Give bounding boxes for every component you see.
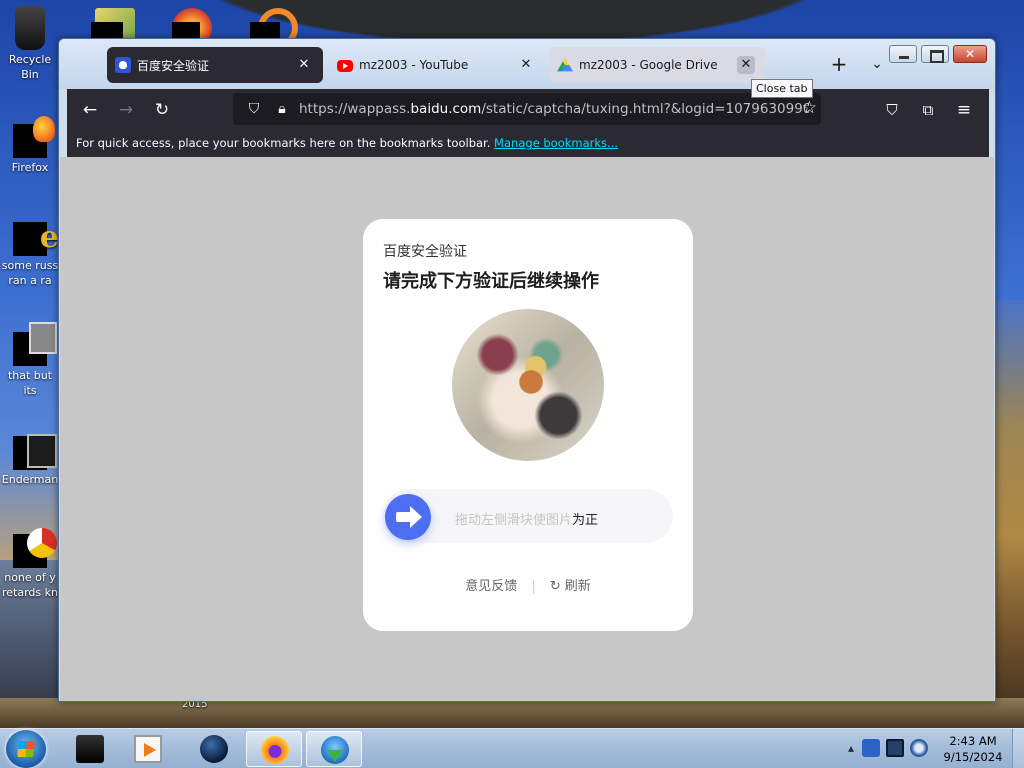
navigation-toolbar: ← → ↻ ⛉ 🔒︎ https://wappass.baidu.com/sta… (67, 89, 989, 129)
arrow-right-icon (396, 506, 422, 528)
firefox-window: 百度安全验证 ✕ mz2003 - YouTube ✕ mz2003 - Goo… (58, 38, 996, 702)
extensions-icon[interactable]: ⧉ (915, 97, 941, 123)
tab-title: 百度安全验证 (137, 58, 210, 73)
bookmarks-toolbar: For quick access, place your bookmarks h… (67, 129, 989, 157)
globe-icon (200, 735, 228, 763)
captcha-subtitle: 百度安全验证 (383, 244, 467, 260)
lock-icon[interactable]: 🔒︎ (271, 98, 293, 120)
volume-icon[interactable] (910, 739, 928, 757)
desktop-icon-firefox[interactable]: Firefox (0, 116, 60, 175)
desktop-icon-recycle-bin[interactable]: Recycle Bin (0, 6, 60, 82)
google-drive-icon (557, 57, 573, 72)
slider-hint: 拖动左侧滑块使图片为正 (455, 509, 598, 528)
wallpaper-ground (0, 698, 1024, 728)
taskbar-item-firefox[interactable] (246, 731, 302, 767)
reload-button[interactable]: ↻ (149, 97, 175, 123)
bookmarks-hint-text: For quick access, place your bookmarks h… (76, 136, 491, 150)
tracking-protection-shield-icon[interactable]: ⛉ (243, 98, 265, 120)
menu-hamburger-icon[interactable]: ≡ (951, 97, 977, 123)
list-all-tabs-button[interactable]: ⌄ (865, 53, 889, 77)
pocket-icon[interactable]: ⛉ (879, 97, 905, 123)
tray-app-icon[interactable] (862, 739, 880, 757)
close-tab-tooltip: Close tab (751, 79, 813, 98)
system-clock[interactable]: 2:43 AM 9/15/2024 (936, 733, 1010, 765)
clock-date: 9/15/2024 (943, 750, 1003, 764)
url-prefix: https://wappass. (299, 101, 411, 117)
tab-strip: 百度安全验证 ✕ mz2003 - YouTube ✕ mz2003 - Goo… (107, 47, 883, 83)
tab-baidu-verification[interactable]: 百度安全验证 ✕ (107, 47, 323, 83)
desktop-icon-label: Firefox (11, 161, 49, 174)
baidu-icon (115, 57, 131, 73)
title-bar[interactable]: 百度安全验证 ✕ mz2003 - YouTube ✕ mz2003 - Goo… (59, 39, 995, 98)
close-tab-icon[interactable]: ✕ (517, 56, 535, 74)
page-content: 百度安全验证 请完成下方验证后继续操作 拖动左侧滑块使图片为正 意见反馈 | ↻… (60, 157, 994, 701)
forward-button[interactable]: → (113, 97, 139, 123)
desktop-icon-label: some russ ran a ra (1, 259, 59, 287)
close-tab-icon[interactable]: ✕ (295, 56, 313, 74)
terminal-icon (13, 434, 57, 470)
wallpaper-hillside (992, 300, 1024, 728)
taskbar-item-globe[interactable] (186, 731, 242, 767)
download-manager-icon (321, 736, 349, 764)
url-domain: baidu.com (410, 101, 482, 117)
tab-youtube[interactable]: mz2003 - YouTube ✕ (329, 47, 545, 83)
feedback-link[interactable]: 意见反馈 (465, 579, 517, 594)
tab-title: mz2003 - Google Drive (579, 58, 718, 72)
close-tab-icon[interactable]: ✕ (737, 56, 755, 74)
desktop-icon-label: Recycle Bin (8, 53, 52, 81)
tab-google-drive[interactable]: mz2003 - Google Drive ✕ (549, 47, 765, 83)
clock-time: 2:43 AM (949, 734, 997, 748)
tab-title: mz2003 - YouTube (359, 58, 469, 72)
taskbar: ▴ 2:43 AM 9/15/2024 (0, 728, 1024, 768)
chrome-icon (13, 528, 57, 568)
close-window-button[interactable]: ✕ (953, 45, 987, 63)
start-button[interactable] (6, 730, 46, 768)
youtube-icon (337, 60, 353, 72)
minimize-button[interactable] (889, 45, 917, 63)
refresh-link[interactable]: 刷新 (565, 579, 591, 594)
black-box-icon (76, 735, 104, 763)
media-player-icon (134, 735, 162, 763)
link-separator: | (531, 579, 536, 594)
manage-bookmarks-link[interactable]: Manage bookmarks... (494, 136, 618, 150)
desktop-icon-none-of-y[interactable]: none of y retards kn (0, 528, 60, 600)
slider-handle[interactable] (385, 494, 431, 540)
captcha-card: 百度安全验证 请完成下方验证后继续操作 拖动左侧滑块使图片为正 意见反馈 | ↻… (363, 219, 693, 631)
bookmark-star-icon[interactable]: ☆ (802, 98, 817, 118)
desktop-icon-label: Enderman (1, 473, 59, 486)
desktop-icon-some-russ[interactable]: some russ ran a ra (0, 218, 60, 288)
show-desktop-button[interactable] (1012, 729, 1024, 768)
desktop-icon-that-but-its[interactable]: that but its (0, 322, 60, 398)
desktop-icon-enderman[interactable]: Enderman (0, 434, 60, 487)
maximize-button[interactable] (921, 45, 949, 63)
new-tab-button[interactable]: + (827, 53, 851, 77)
url-bar[interactable]: ⛉ 🔒︎ https://wappass.baidu.com/static/ca… (233, 93, 821, 125)
internet-explorer-icon (13, 218, 59, 256)
captcha-footer-links: 意见反馈 | ↻ 刷新 (363, 575, 693, 594)
firefox-icon (13, 116, 55, 158)
back-button[interactable]: ← (77, 97, 103, 123)
taskbar-item-media-player[interactable] (120, 731, 176, 767)
desktop-icon-label: none of y retards kn (2, 571, 58, 599)
url-path: /static/captcha/tuxing.html?&logid=10796… (481, 101, 809, 117)
taskbar-item-box[interactable] (62, 731, 118, 767)
slider-hint-dark: 为正 (572, 513, 599, 528)
firefox-icon (261, 736, 289, 764)
taskbar-item-download-manager[interactable] (306, 731, 362, 767)
stacked-files-icon (13, 322, 57, 366)
desktop-icon-label: that but its (7, 369, 53, 397)
captcha-title: 请完成下方验证后继续操作 (383, 271, 599, 292)
slider-hint-light: 拖动左侧滑块使图片 (455, 513, 573, 528)
rotate-captcha-image (452, 309, 604, 461)
network-icon[interactable] (886, 739, 904, 757)
system-tray: ▴ (846, 739, 928, 757)
show-hidden-icons-icon[interactable]: ▴ (846, 739, 856, 757)
recycle-bin-icon (15, 6, 45, 50)
url-text[interactable]: https://wappass.baidu.com/static/captcha… (299, 101, 809, 117)
refresh-icon[interactable]: ↻ (550, 579, 561, 594)
